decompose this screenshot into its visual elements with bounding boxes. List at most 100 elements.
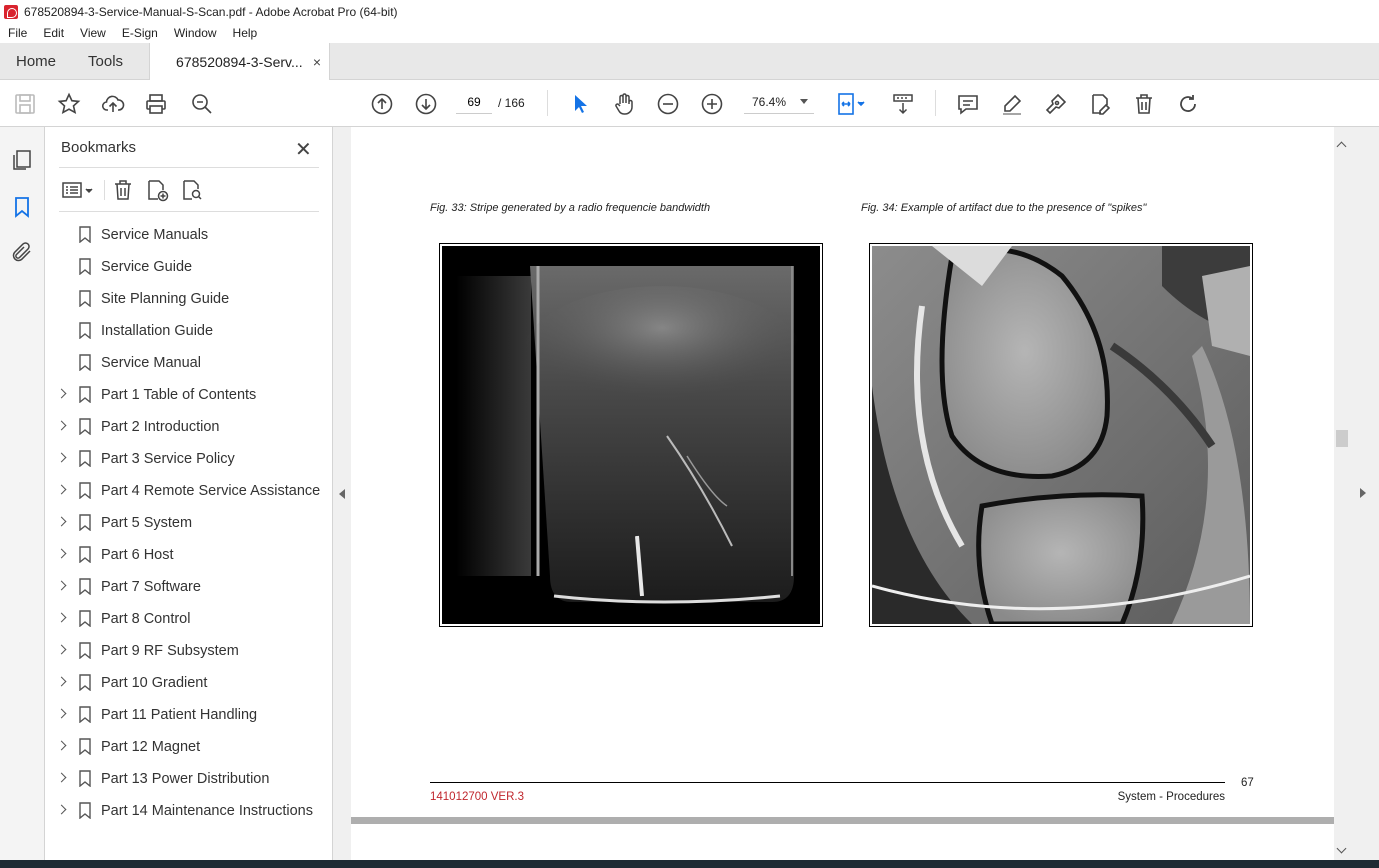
chevron-right-icon[interactable]	[56, 804, 67, 815]
delete-bookmark-icon[interactable]	[111, 178, 135, 202]
bookmark-item[interactable]: Part 5 System	[45, 507, 333, 539]
bookmark-item[interactable]: Part 14 Maintenance Instructions	[45, 795, 333, 827]
find-button[interactable]	[189, 91, 215, 117]
footer-rule	[430, 782, 1225, 783]
figure-34-image	[869, 243, 1253, 627]
fill-sign-button[interactable]	[1043, 91, 1069, 117]
menu-bar: File Edit View E-Sign Window Help	[0, 23, 1379, 43]
chevron-right-icon[interactable]	[56, 676, 67, 687]
page-display-button[interactable]	[834, 91, 868, 117]
previous-page-button[interactable]	[369, 91, 395, 117]
attachments-icon[interactable]	[10, 240, 34, 264]
select-tool-button[interactable]	[567, 91, 593, 117]
chevron-right-icon[interactable]	[56, 580, 67, 591]
tab-close-icon[interactable]: ×	[313, 54, 321, 70]
bookmark-icon	[79, 610, 91, 627]
bookmark-item[interactable]: Part 2 Introduction	[45, 411, 333, 443]
scroll-mode-button[interactable]	[890, 91, 916, 117]
delete-button[interactable]	[1131, 91, 1157, 117]
hand-tool-button[interactable]	[611, 91, 637, 117]
document-view[interactable]: Fig. 33: Stripe generated by a radio fre…	[351, 127, 1334, 860]
bookmark-star-button[interactable]	[56, 91, 82, 117]
chevron-right-icon[interactable]	[56, 516, 67, 527]
chevron-right-icon[interactable]	[56, 708, 67, 719]
bookmark-label: Part 11 Patient Handling	[101, 707, 258, 723]
chevron-right-icon[interactable]	[56, 484, 67, 495]
comment-icon	[958, 95, 978, 115]
bookmark-item[interactable]: Part 11 Patient Handling	[45, 699, 333, 731]
menu-help[interactable]: Help	[225, 26, 266, 40]
save-button[interactable]	[12, 91, 38, 117]
bookmark-item[interactable]: Part 13 Power Distribution	[45, 763, 333, 795]
bookmark-item[interactable]: Service Manuals	[45, 219, 333, 251]
bookmark-icon	[79, 322, 91, 339]
chevron-right-icon[interactable]	[56, 612, 67, 623]
chevron-right-icon[interactable]	[56, 740, 67, 751]
knee-scan-graphic	[872, 246, 1250, 624]
bookmark-icon	[79, 546, 91, 563]
right-panel-toggle[interactable]	[1350, 127, 1379, 860]
bookmark-item[interactable]: Part 10 Gradient	[45, 667, 333, 699]
bookmark-item[interactable]: Site Planning Guide	[45, 283, 333, 315]
vertical-scrollbar[interactable]	[1334, 127, 1350, 860]
chevron-right-icon[interactable]	[56, 388, 67, 399]
bookmark-options-icon[interactable]	[61, 178, 95, 202]
edit-pdf-button[interactable]	[1087, 91, 1113, 117]
bookmark-label: Installation Guide	[101, 323, 214, 339]
find-bookmark-icon[interactable]	[180, 178, 204, 202]
menu-esign[interactable]: E-Sign	[114, 26, 166, 40]
comment-button[interactable]	[955, 91, 981, 117]
toolbar-divider	[935, 90, 936, 116]
arrow-up-circle-icon	[371, 93, 393, 115]
fit-page-icon	[838, 93, 865, 115]
bookmark-icon	[79, 802, 91, 819]
chevron-right-icon[interactable]	[56, 452, 67, 463]
page-thumbnails-icon[interactable]	[10, 148, 34, 172]
menu-window[interactable]: Window	[166, 26, 225, 40]
share-button[interactable]	[100, 91, 126, 117]
rotate-icon	[1180, 95, 1196, 112]
scroll-down-icon[interactable]	[1336, 843, 1347, 854]
chevron-left-icon	[339, 489, 345, 499]
bookmark-item[interactable]: Part 3 Service Policy	[45, 443, 333, 475]
new-bookmark-icon[interactable]	[145, 178, 169, 202]
print-button[interactable]	[143, 91, 169, 117]
bookmark-item[interactable]: Part 12 Magnet	[45, 731, 333, 763]
highlight-button[interactable]	[999, 91, 1025, 117]
scrollbar-thumb[interactable]	[1336, 430, 1348, 447]
chevron-right-icon[interactable]	[56, 644, 67, 655]
bookmark-item[interactable]: Part 6 Host	[45, 539, 333, 571]
tab-document[interactable]: 678520894-3-Serv... ×	[149, 43, 331, 80]
bookmark-item[interactable]: Part 7 Software	[45, 571, 333, 603]
tab-tools[interactable]: Tools	[72, 43, 139, 79]
menu-view[interactable]: View	[72, 26, 114, 40]
next-page-button[interactable]	[413, 91, 439, 117]
zoom-in-button[interactable]	[699, 91, 725, 117]
bookmark-item[interactable]: Service Manual	[45, 347, 333, 379]
bookmark-item[interactable]: Service Guide	[45, 251, 333, 283]
zoom-select[interactable]: 76.4%	[744, 90, 814, 114]
collapse-panel-handle[interactable]	[333, 127, 351, 860]
page-number-input[interactable]	[456, 90, 492, 114]
chevron-right-icon[interactable]	[56, 772, 67, 783]
bookmark-icon	[79, 770, 91, 787]
bookmark-icon	[79, 418, 91, 435]
close-icon[interactable]: ✕	[295, 137, 312, 162]
bookmark-item[interactable]: Part 1 Table of Contents	[45, 379, 333, 411]
minus-circle-icon	[657, 93, 679, 115]
chevron-right-icon[interactable]	[56, 420, 67, 431]
menu-file[interactable]: File	[0, 26, 35, 40]
bookmark-icon	[79, 226, 91, 243]
menu-edit[interactable]: Edit	[35, 26, 72, 40]
bookmark-item[interactable]: Part 8 Control	[45, 603, 333, 635]
bookmark-item[interactable]: Installation Guide	[45, 315, 333, 347]
tab-home[interactable]: Home	[0, 43, 72, 79]
scroll-up-icon[interactable]	[1336, 141, 1347, 152]
chevron-right-icon[interactable]	[56, 548, 67, 559]
zoom-out-button[interactable]	[655, 91, 681, 117]
bookmark-item[interactable]: Part 9 RF Subsystem	[45, 635, 333, 667]
next-pdf-page	[351, 824, 1334, 860]
bookmarks-panel-icon[interactable]	[10, 195, 34, 219]
rotate-button[interactable]	[1175, 91, 1201, 117]
bookmark-item[interactable]: Part 4 Remote Service Assistance	[45, 475, 333, 507]
